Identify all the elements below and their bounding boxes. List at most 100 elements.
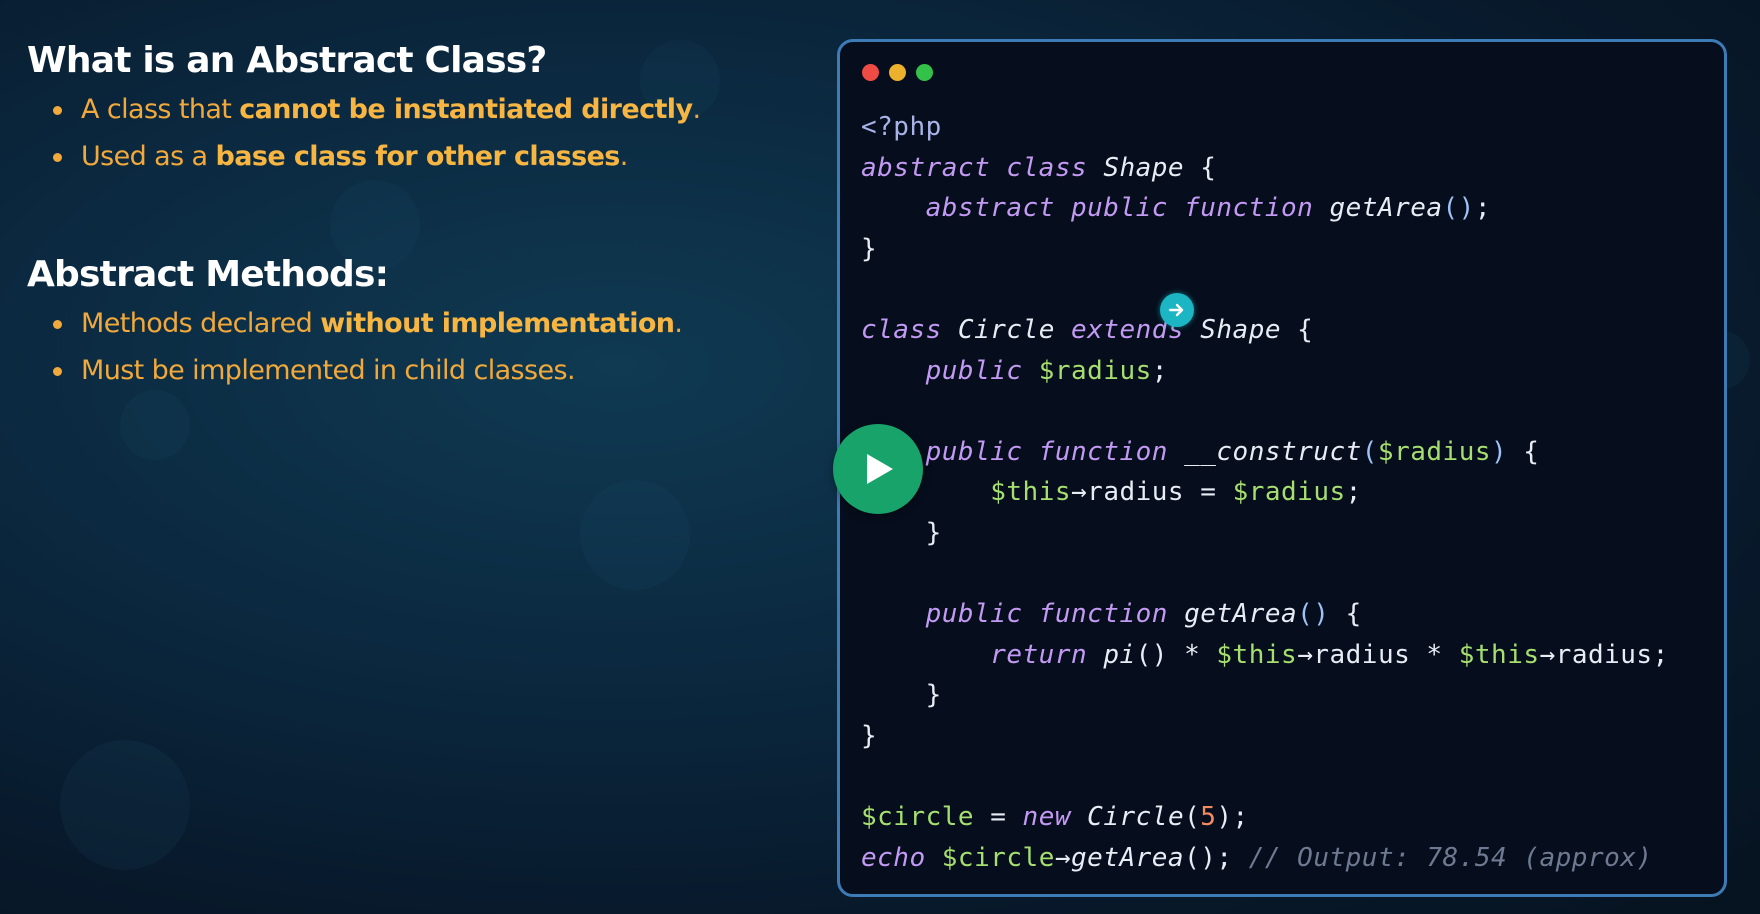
bullet-text-end: . [674,308,683,339]
code-token: getArea [1184,599,1298,630]
code-token: } [861,233,878,264]
code-token: { [1281,314,1314,345]
code-token: () [1297,599,1330,630]
code-line: } [861,675,1669,716]
code-line: public $radius; [861,351,1669,392]
section-title-abstract-methods: Abstract Methods: [27,254,389,295]
code-token: $this [1458,639,1540,670]
code-token: class [861,314,958,345]
bullet-item: Used as a base class for other classes. [53,133,787,180]
code-token: abstract public function [861,193,1330,224]
code-token: →radius * [1297,639,1459,670]
code-token: { [1329,599,1362,630]
play-icon [867,454,893,484]
play-button[interactable] [833,424,923,514]
maximize-dot-icon[interactable] [916,64,933,81]
code-token: (); [1184,842,1249,873]
code-line: public function getArea() { [861,594,1669,635]
window-controls [862,64,933,81]
code-token: $this [990,477,1072,508]
code-line: } [861,229,1669,270]
bullet-text-end: . [619,141,629,172]
bullet-dot [53,153,62,162]
code-line: abstract class Shape { [861,148,1669,189]
code-line: $circle = new Circle(5); [861,797,1669,838]
code-token: () * [1135,639,1217,670]
code-line: echo $circle→getArea(); // Output: 78.54… [861,838,1669,879]
bullet-text: A class that [81,94,240,125]
bullet-text: Methods declared [81,308,321,339]
bullet-item: A class that cannot be instantiated dire… [53,86,787,133]
code-token: Shape [1103,152,1185,183]
code-token: return [861,639,1104,670]
code-token: } [861,517,942,548]
code-token: Shape [1200,314,1282,345]
bullet-emphasis: cannot be instantiated directly [239,94,693,125]
code-token: } [861,680,942,711]
info-panel: What is an Abstract Class? A class that … [27,36,787,394]
code-token: $circle [941,842,1055,873]
code-line: } [861,716,1669,757]
code-line: abstract public function getArea(); [861,188,1669,229]
code-token: } [861,720,878,751]
bullet-dot [53,320,62,329]
code-token: ; [1151,355,1168,386]
code-block: <?php abstract class Shape { abstract pub… [861,107,1669,878]
code-token: ); [1216,802,1249,833]
code-token: new [1022,802,1088,833]
code-token: public function [861,599,1185,630]
code-line: class Circle extends Shape { [861,310,1669,351]
code-token: = [974,802,1023,833]
code-token: →radius = [1071,477,1233,508]
bullet-text: Must be implemented in child classes. [81,355,576,386]
code-token: ; [1474,193,1491,224]
bullet-dot [53,106,62,115]
bullet-text-end: . [692,94,701,125]
code-line: return pi() * $this→radius * $this→radiu… [861,635,1669,676]
code-token: () [1442,193,1475,224]
bullet-item: Must be implemented in child classes. [53,347,787,394]
code-token: →radius; [1539,639,1669,670]
code-token: abstract class [861,152,1104,183]
code-token: $radius [1377,436,1491,467]
code-token: echo [861,842,942,873]
code-window: <?php abstract class Shape { abstract pub… [837,39,1727,897]
code-token: $circle [861,802,975,833]
code-token: ; [1345,477,1362,508]
code-line: $this→radius = $radius; [861,472,1669,513]
close-dot-icon[interactable] [862,64,879,81]
bullet-emphasis: without implementation [320,308,675,339]
code-token: { [1507,436,1540,467]
cursor-arrow-icon [1160,293,1194,327]
code-token: Circle [957,314,1071,345]
code-token: public [861,355,1039,386]
code-line: <?php [861,107,1669,148]
code-token: getArea [1071,842,1185,873]
code-token: pi [1103,639,1136,670]
code-line: public function __construct($radius) { [861,432,1669,473]
code-token: Circle [1087,802,1185,833]
code-token: __construct [1184,436,1362,467]
bullet-emphasis: base class for other classes [215,141,621,172]
abstract-class-bullets: A class that cannot be instantiated dire… [53,86,787,180]
code-token: ( [1361,436,1378,467]
bullet-item: Methods declared without implementation. [53,300,787,347]
code-token: → [1054,842,1072,873]
minimize-dot-icon[interactable] [889,64,906,81]
code-token: <?php [861,112,942,142]
code-line: } [861,513,1669,554]
code-token: // Output: 78.54 (approx) [1248,842,1653,873]
code-token: getArea [1329,193,1443,224]
code-token: $this [1216,639,1298,670]
section-title-abstract-class: What is an Abstract Class? [27,40,547,81]
code-token: ( [1184,802,1201,833]
code-token: { [1184,152,1217,183]
code-token: $radius [1232,477,1346,508]
code-token: $radius [1038,355,1152,386]
bullet-dot [53,367,62,376]
bullet-text: Used as a [81,141,216,172]
